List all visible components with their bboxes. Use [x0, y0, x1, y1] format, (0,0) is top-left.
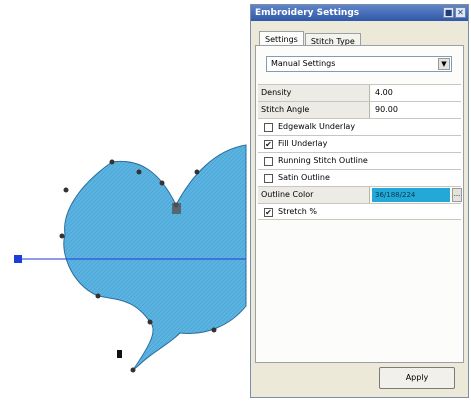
satin-outline-checkbox[interactable] [264, 174, 273, 183]
fill-underlay-checkbox[interactable]: ✔ [264, 140, 273, 149]
edgewalk-underlay-checkbox[interactable] [264, 123, 273, 132]
node-point[interactable] [136, 169, 142, 175]
node-point[interactable] [211, 327, 217, 333]
fill-underlay-label: Fill Underlay [278, 139, 328, 148]
panel-titlebar[interactable]: Embroidery Settings ■ ✕ [251, 5, 468, 21]
settings-tab-body: Manual Settings ▼ Density 4.00 Stitch An… [255, 45, 464, 363]
fill-underlay-row: ✔ Fill Underlay [258, 135, 461, 152]
selected-node[interactable] [172, 203, 181, 214]
apply-button[interactable]: Apply [379, 367, 455, 389]
angle-handle[interactable] [14, 255, 22, 263]
edgewalk-underlay-row: Edgewalk Underlay [258, 118, 461, 135]
density-row: Density 4.00 [258, 84, 461, 101]
tab-strip: Settings Stitch Type [259, 27, 362, 48]
preset-value: Manual Settings [271, 59, 336, 68]
density-label: Density [258, 85, 370, 101]
running-stitch-outline-checkbox[interactable] [264, 157, 273, 166]
stitch-angle-field[interactable]: 90.00 [372, 102, 461, 118]
heart-shape[interactable] [63, 144, 247, 371]
outline-color-label: Outline Color [258, 187, 370, 203]
satin-outline-row: Satin Outline [258, 169, 461, 186]
outline-color-row: Outline Color 36/188/224 ... [258, 186, 462, 203]
running-stitch-outline-label: Running Stitch Outline [278, 156, 368, 165]
node-point[interactable] [63, 187, 69, 193]
close-icon[interactable]: ✕ [455, 7, 466, 18]
anchor-handle[interactable] [117, 350, 122, 358]
node-point[interactable] [130, 367, 136, 373]
node-point[interactable] [109, 159, 115, 165]
running-stitch-outline-row: Running Stitch Outline [258, 152, 461, 169]
chevron-down-icon[interactable]: ▼ [438, 58, 450, 70]
satin-outline-label: Satin Outline [278, 173, 330, 182]
node-point[interactable] [59, 233, 65, 239]
stitch-angle-row: Stitch Angle 90.00 [258, 101, 461, 118]
browse-color-button[interactable]: ... [452, 188, 462, 202]
node-point[interactable] [95, 293, 101, 299]
preset-dropdown[interactable]: Manual Settings ▼ [266, 56, 452, 72]
minimize-icon[interactable]: ■ [443, 7, 454, 18]
design-canvas[interactable] [0, 0, 260, 402]
stretch-row: ✔ Stretch % [258, 203, 461, 220]
density-field[interactable]: 4.00 [372, 85, 461, 101]
panel-title: Embroidery Settings [255, 8, 360, 18]
embroidery-settings-panel: Embroidery Settings ■ ✕ Settings Stitch T… [250, 4, 469, 398]
stretch-checkbox[interactable]: ✔ [264, 208, 273, 217]
node-point[interactable] [147, 319, 153, 325]
node-point[interactable] [194, 169, 200, 175]
node-point[interactable] [159, 180, 165, 186]
outline-color-swatch[interactable]: 36/188/224 [372, 188, 450, 202]
stitch-angle-label: Stitch Angle [258, 102, 370, 118]
edgewalk-underlay-label: Edgewalk Underlay [278, 122, 356, 131]
stretch-label: Stretch % [278, 207, 317, 216]
